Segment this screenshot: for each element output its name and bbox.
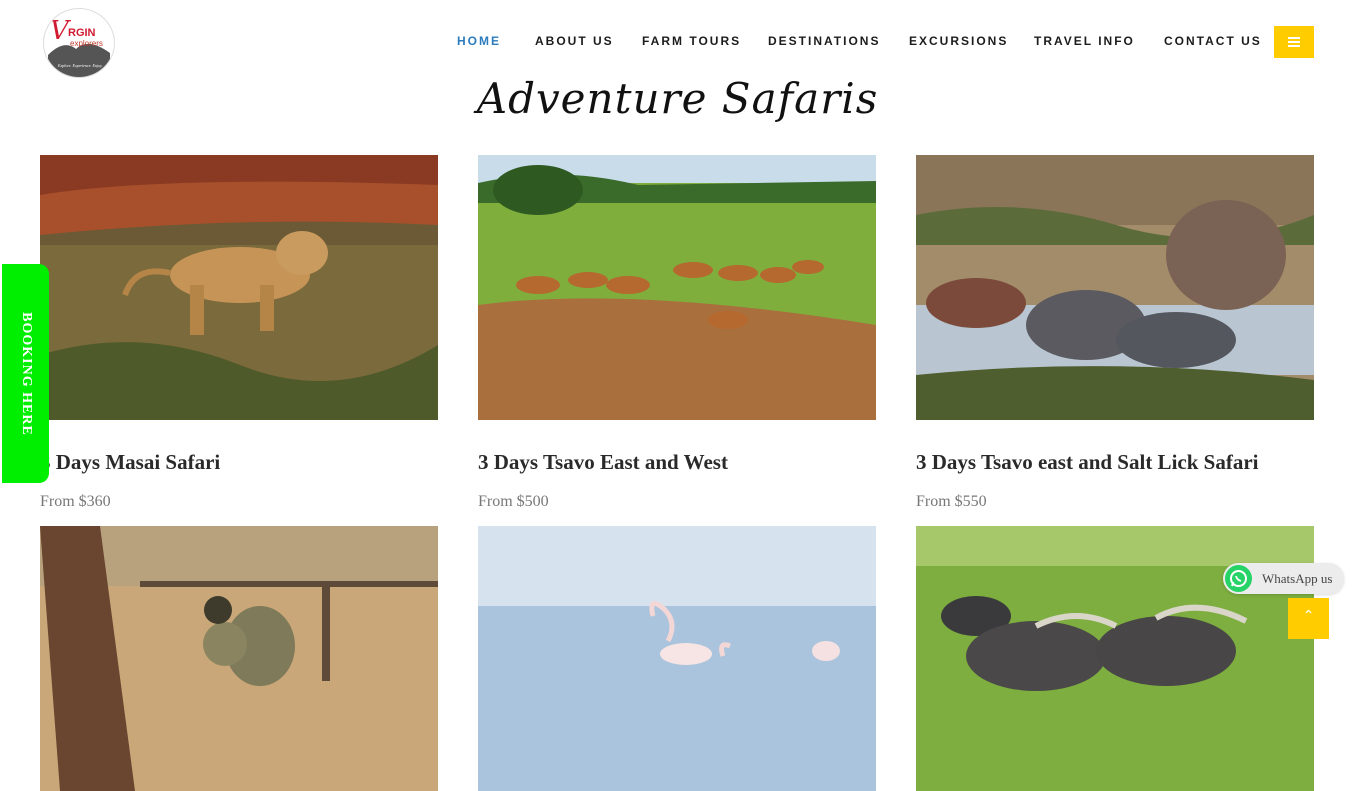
nav-farm-tours[interactable]: FARM TOURS (642, 34, 741, 48)
tour-card (478, 526, 876, 791)
tour-image-lioness[interactable] (40, 155, 438, 420)
nav-home[interactable]: HOME (457, 34, 501, 48)
tour-name[interactable]: 3 Days Tsavo east and Salt Lick Safari (916, 450, 1258, 475)
tour-price: From $360 (40, 493, 111, 510)
booking-tab-label: BOOKING HERE (18, 311, 34, 436)
tour-name[interactable]: 3 Days Tsavo East and West (478, 450, 728, 475)
tour-card: 3 Days Tsavo East and West From $500 (478, 155, 876, 510)
page-title: Adventure Safaris (476, 74, 879, 123)
main-nav: HOME ABOUT US FARM TOURS DESTINATIONS EX… (0, 34, 1355, 52)
tour-price: From $550 (916, 493, 987, 510)
chevron-up-icon: ⌃ (1302, 608, 1315, 624)
logo-tagline: Explore. Experience. Enjoy. (57, 63, 103, 68)
whatsapp-button[interactable]: WhatsApp us (1223, 563, 1344, 594)
whatsapp-label: WhatsApp us (1262, 571, 1333, 586)
tour-image-impalas[interactable] (478, 155, 876, 420)
tour-card (40, 526, 438, 791)
nav-excursions[interactable]: EXCURSIONS (909, 34, 1008, 48)
nav-destinations[interactable]: DESTINATIONS (768, 34, 880, 48)
tour-image-elephants[interactable] (916, 155, 1314, 420)
tour-card: 3 Days Tsavo east and Salt Lick Safari F… (916, 155, 1314, 510)
nav-travel-info[interactable]: TRAVEL INFO (1034, 34, 1135, 48)
tour-image-flamingos[interactable] (478, 526, 876, 791)
menu-button[interactable] (1274, 26, 1314, 58)
nav-about-us[interactable]: ABOUT US (535, 34, 614, 48)
tour-name[interactable]: 3 Days Masai Safari (40, 450, 220, 475)
tour-price: From $500 (478, 493, 549, 510)
booking-tab[interactable]: BOOKING HERE (2, 264, 49, 483)
tour-image-monkeys[interactable] (40, 526, 438, 791)
tour-card: 3 Days Masai Safari From $360 (40, 155, 438, 510)
nav-contact-us[interactable]: CONTACT US (1164, 34, 1262, 48)
whatsapp-icon (1225, 565, 1252, 592)
back-to-top-button[interactable]: ⌃ (1288, 598, 1329, 639)
